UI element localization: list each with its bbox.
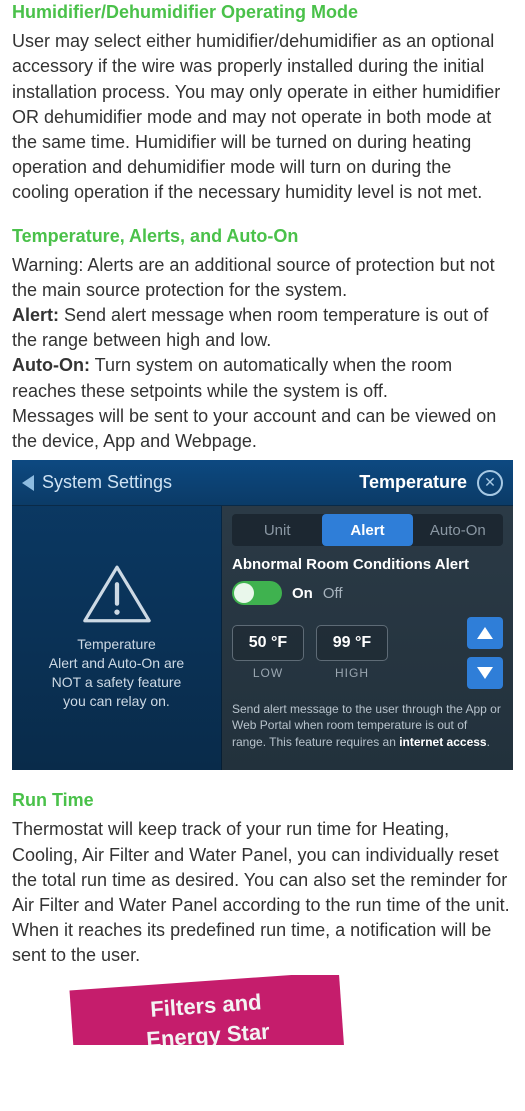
body-humidifier: User may select either humidifier/dehumi… xyxy=(12,29,513,205)
chevron-left-icon xyxy=(22,475,34,491)
device-right-panel: Unit Alert Auto-On Abnormal Room Conditi… xyxy=(222,506,513,770)
heading-temp-alerts: Temperature, Alerts, and Auto-On xyxy=(12,224,513,249)
filters-banner: Filters and Energy Star xyxy=(69,975,344,1045)
device-left-caption: Temperature Alert and Auto-On are NOT a … xyxy=(49,635,184,711)
toggle-on-label: On xyxy=(292,583,313,604)
tab-autoon[interactable]: Auto-On xyxy=(413,514,503,546)
close-button[interactable]: ✕ xyxy=(477,470,503,496)
device-body: Temperature Alert and Auto-On are NOT a … xyxy=(12,506,513,770)
body-runtime: Thermostat will keep track of your run t… xyxy=(12,817,513,968)
arrow-up-icon xyxy=(477,627,493,639)
alert-line: Alert: Send alert message when room temp… xyxy=(12,303,513,353)
back-label: System Settings xyxy=(42,470,172,495)
autoon-line: Auto-On: Turn system on automatically wh… xyxy=(12,353,513,403)
close-icon: ✕ xyxy=(484,473,496,493)
low-label: LOW xyxy=(253,665,283,682)
titlebar-title: Temperature xyxy=(359,470,467,495)
note-bold: internet access xyxy=(399,735,486,749)
warning-triangle-icon xyxy=(82,565,152,625)
low-value[interactable]: 50 °F xyxy=(232,625,304,661)
device-left-panel: Temperature Alert and Auto-On are NOT a … xyxy=(12,506,222,770)
alert-subheading: Abnormal Room Conditions Alert xyxy=(232,554,503,575)
section-temp-alerts: Temperature, Alerts, and Auto-On Warning… xyxy=(12,224,513,771)
warning-text: Warning: Alerts are an additional source… xyxy=(12,253,513,303)
banner-wrap: Filters and Energy Star xyxy=(12,975,513,1045)
tab-bar: Unit Alert Auto-On xyxy=(232,514,503,546)
note-post: . xyxy=(487,735,490,749)
heading-humidifier: Humidifier/Dehumidifier Operating Mode xyxy=(12,0,513,25)
arrow-buttons xyxy=(467,617,503,689)
decrease-button[interactable] xyxy=(467,657,503,689)
tab-alert[interactable]: Alert xyxy=(322,514,412,546)
toggle-off-label: Off xyxy=(323,583,343,604)
heading-runtime: Run Time xyxy=(12,788,513,813)
messages-text: Messages will be sent to your account an… xyxy=(12,404,513,454)
section-humidifier: Humidifier/Dehumidifier Operating Mode U… xyxy=(12,0,513,206)
toggle-row: On Off xyxy=(232,581,503,605)
high-value[interactable]: 99 °F xyxy=(316,625,388,661)
device-titlebar: System Settings Temperature ✕ xyxy=(12,460,513,506)
arrow-down-icon xyxy=(477,667,493,679)
section-runtime: Run Time Thermostat will keep track of y… xyxy=(12,788,513,968)
values-row: 50 °F LOW 99 °F HIGH xyxy=(232,617,503,689)
alert-lead: Alert: xyxy=(12,305,59,325)
alert-body: Send alert message when room temperature… xyxy=(12,305,488,350)
tab-unit[interactable]: Unit xyxy=(232,514,322,546)
device-screenshot: System Settings Temperature ✕ Temperatur… xyxy=(12,460,513,770)
increase-button[interactable] xyxy=(467,617,503,649)
low-column: 50 °F LOW xyxy=(232,625,304,682)
back-button[interactable]: System Settings xyxy=(22,470,172,495)
autoon-lead: Auto-On: xyxy=(12,355,90,375)
alert-note: Send alert message to the user through t… xyxy=(232,701,503,750)
high-column: 99 °F HIGH xyxy=(316,625,388,682)
alert-toggle[interactable] xyxy=(232,581,282,605)
high-label: HIGH xyxy=(335,665,369,682)
